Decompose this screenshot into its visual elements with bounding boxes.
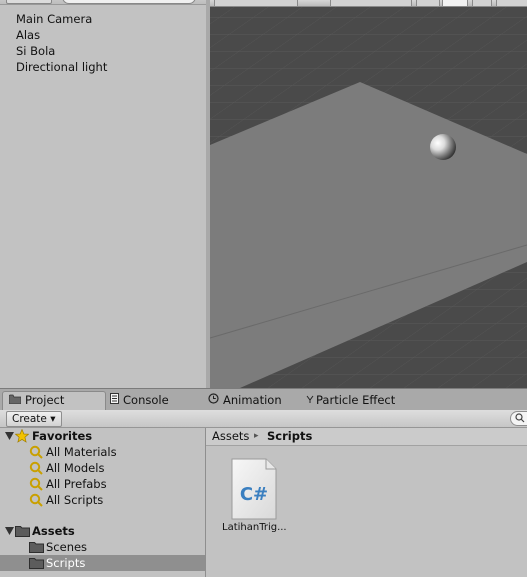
hierarchy-item-main-camera[interactable]: Main Camera bbox=[0, 11, 206, 27]
folder-icon bbox=[15, 526, 30, 537]
scene-canvas bbox=[210, 0, 527, 388]
asset-item-latihantrig[interactable]: C# bbox=[230, 458, 278, 520]
console-icon bbox=[110, 392, 119, 409]
scene-render-mode-dropdown[interactable] bbox=[214, 0, 298, 7]
search-filter-icon bbox=[29, 445, 43, 459]
tab-console[interactable]: Console bbox=[110, 392, 169, 410]
bottom-tabbar: Project Console Animation Particle Effec… bbox=[0, 388, 527, 411]
tab-project[interactable]: Project bbox=[2, 391, 106, 410]
search-filter-icon bbox=[29, 461, 43, 475]
hierarchy-panel: Main Camera Alas Si Bola Directional lig… bbox=[0, 0, 207, 388]
tree-item-label: All Materials bbox=[46, 445, 117, 459]
search-filter-icon bbox=[29, 477, 43, 491]
project-create-button[interactable]: Create ▾ bbox=[6, 411, 62, 427]
tree-assets[interactable]: Assets bbox=[0, 523, 205, 539]
scene-rgb-dropdown[interactable] bbox=[330, 0, 412, 7]
tree-folder-label: Scripts bbox=[46, 556, 86, 570]
hierarchy-create-button[interactable] bbox=[6, 0, 52, 4]
search-icon bbox=[515, 413, 525, 423]
tree-folder-scripts[interactable]: Scripts bbox=[0, 555, 205, 571]
breadcrumb-scripts[interactable]: Scripts bbox=[267, 428, 312, 445]
scene-lighting-toggle[interactable] bbox=[442, 0, 468, 7]
scene-toolbar bbox=[210, 0, 527, 7]
tree-item-all-materials[interactable]: All Materials bbox=[0, 444, 205, 460]
csharp-icon-text: C# bbox=[240, 484, 268, 505]
tab-animation[interactable]: Animation bbox=[208, 392, 282, 410]
breadcrumb: Assets ▸ Scripts bbox=[206, 428, 527, 446]
breadcrumb-separator-icon: ▸ bbox=[254, 431, 259, 441]
tree-item-all-scripts[interactable]: All Scripts bbox=[0, 492, 205, 508]
project-content: Assets ▸ Scripts C# LatihanTrig... bbox=[206, 428, 527, 577]
hierarchy-list: Main Camera Alas Si Bola Directional lig… bbox=[0, 11, 206, 75]
tree-item-all-models[interactable]: All Models bbox=[0, 460, 205, 476]
scene-effects-dropdown[interactable] bbox=[496, 0, 527, 7]
expand-arrow-icon bbox=[5, 527, 14, 535]
hierarchy-item-si-bola[interactable]: Si Bola bbox=[0, 43, 206, 59]
tree-item-label: All Scripts bbox=[46, 493, 104, 507]
csharp-script-icon: C# bbox=[231, 458, 277, 520]
tree-folder-scenes[interactable]: Scenes bbox=[0, 539, 205, 555]
project-tree: Favorites All Materials All Models All P… bbox=[0, 428, 206, 577]
tree-item-all-prefabs[interactable]: All Prefabs bbox=[0, 476, 205, 492]
folder-icon bbox=[29, 542, 44, 553]
tab-project-label: Project bbox=[25, 393, 65, 407]
favorites-star-icon bbox=[15, 429, 29, 443]
hierarchy-item-directional-light[interactable]: Directional light bbox=[0, 59, 206, 75]
tree-assets-label: Assets bbox=[32, 524, 75, 538]
asset-item-label: LatihanTrig... bbox=[222, 522, 287, 533]
tree-item-label: All Prefabs bbox=[46, 477, 107, 491]
tab-particle-effect-label: Particle Effect bbox=[316, 393, 396, 407]
project-toolbar: Create ▾ bbox=[0, 410, 527, 428]
tab-console-label: Console bbox=[123, 393, 169, 407]
tree-folder-label: Scenes bbox=[46, 540, 88, 554]
tab-animation-label: Animation bbox=[223, 393, 282, 407]
folder-icon bbox=[29, 558, 44, 569]
tab-particle-effect[interactable]: Particle Effect bbox=[306, 392, 395, 410]
search-filter-icon bbox=[29, 493, 43, 507]
tree-favorites[interactable]: Favorites bbox=[0, 428, 205, 444]
hierarchy-toolbar bbox=[0, 0, 206, 5]
tree-item-label: All Models bbox=[46, 461, 105, 475]
scene-audio-toggle[interactable] bbox=[472, 0, 492, 7]
breadcrumb-assets[interactable]: Assets bbox=[212, 428, 249, 445]
project-search-input[interactable] bbox=[510, 411, 527, 426]
hierarchy-search-input[interactable] bbox=[62, 0, 196, 4]
hierarchy-item-alas[interactable]: Alas bbox=[0, 27, 206, 43]
folder-icon bbox=[8, 392, 22, 409]
animation-clock-icon bbox=[208, 392, 219, 409]
particle-icon bbox=[306, 392, 314, 409]
expand-arrow-icon bbox=[5, 432, 14, 440]
scene-sphere bbox=[430, 134, 456, 160]
scene-2d-toggle[interactable] bbox=[416, 0, 440, 7]
scene-view[interactable] bbox=[210, 0, 527, 388]
tree-favorites-label: Favorites bbox=[32, 429, 93, 443]
